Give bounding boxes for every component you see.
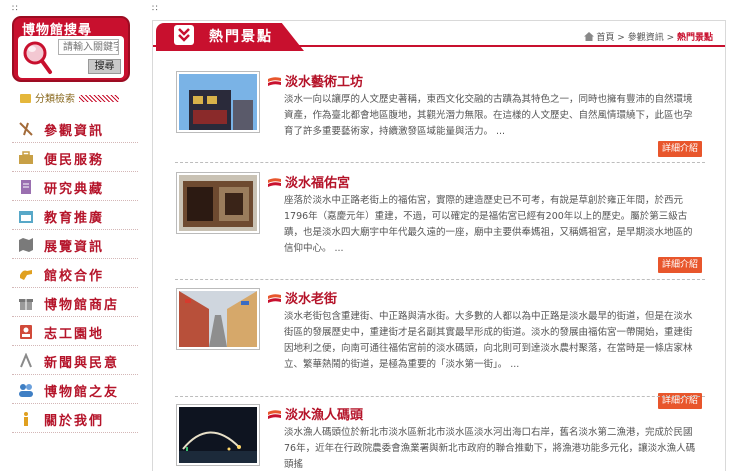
article-title-row: 淡水漁人碼頭 [268, 404, 363, 423]
magnifier-icon [23, 41, 52, 74]
people-icon [19, 384, 33, 397]
page-title: 熱門景點 [209, 29, 273, 45]
temple-photo [179, 175, 257, 231]
calendar-icon [19, 211, 33, 223]
main-panel: 熱門景點 首頁 > 參觀資訊 > 熱門景點 淡水藝術工坊 淡水一向以讓厚的人文歷… [152, 20, 726, 471]
breadcrumb: 首頁 > 參觀資訊 > 熱門景點 [584, 30, 713, 43]
gift-icon [19, 299, 33, 310]
article-title[interactable]: 淡水老街 [285, 292, 337, 307]
breadcrumb-current: 熱門景點 [676, 33, 713, 43]
sidebar-item-news[interactable]: 新聞與民意 [12, 346, 138, 375]
search-input[interactable] [58, 39, 119, 55]
list-item: 淡水老街 淡水老街包含重建街、中正路與清水街。大多數的人都以為中正路是淡水最早的… [176, 288, 703, 409]
list-item: 淡水藝術工坊 淡水一向以讓厚的人文歷史著稱，東西文化交融的古蹟為其特色之一，同時… [176, 71, 703, 161]
article-title[interactable]: 淡水福佑宮 [285, 176, 350, 191]
sidebar-item-label: 關於我們 [44, 414, 105, 429]
category-header: 分類檢索 [20, 90, 135, 105]
compass-icon [19, 122, 33, 136]
book-icon [21, 180, 31, 194]
sidebar-item-services[interactable]: 便民服務 [12, 143, 138, 172]
article-summary: 座落於淡水中正路老街上的福佑宮，實際的建造歷史已不可考，有說是草創於雍正年間，於… [284, 195, 693, 254]
breadcrumb-home[interactable]: 首頁 [596, 33, 614, 43]
sidebar-item-friends[interactable]: 博物館之友 [12, 375, 138, 404]
article-title[interactable]: 淡水藝術工坊 [285, 75, 363, 90]
article-summary: 淡水漁人碼頭位於新北市淡水區新北市淡水區淡水河出海口右岸，舊名淡水第二漁港，完成… [284, 427, 696, 470]
pen-icon [20, 353, 32, 368]
category-label: 分類檢索 [35, 94, 75, 105]
list-item: 淡水漁人碼頭 淡水漁人碼頭位於新北市淡水區新北市淡水區淡水河出海口右岸，舊名淡水… [176, 404, 703, 471]
sidebar-item-school-cooperation[interactable]: 館校合作 [12, 259, 138, 288]
chevron-down-icon [174, 25, 194, 45]
building-photo [179, 74, 257, 130]
breadcrumb-separator: > [614, 33, 628, 43]
sidebar-item-label: 研究典藏 [44, 182, 105, 197]
article-summary: 淡水老街包含重建街、中正路與清水街。大多數的人都以為中正路是淡水最早的街道，但是… [284, 311, 693, 370]
sidebar-item-label: 博物館商店 [44, 298, 120, 313]
sidebar-item-label: 志工園地 [44, 327, 105, 342]
separator [175, 396, 705, 397]
article-thumbnail[interactable] [176, 172, 260, 234]
search-panel-body: 搜尋 [18, 36, 124, 78]
flag-icon [268, 77, 281, 86]
article-title-row: 淡水福佑宮 [268, 172, 350, 191]
sidebar-item-label: 館校合作 [44, 269, 105, 284]
separator [175, 279, 705, 280]
sidebar-item-label: 參觀資訊 [44, 124, 105, 139]
street-photo [179, 291, 257, 347]
breadcrumb-separator: > [663, 33, 677, 43]
home-icon [584, 32, 595, 41]
page: ∷ ∷ 博物館搜尋 搜尋 分類檢索 參觀資訊 便民服務 研究典藏 [0, 0, 738, 471]
sidebar-item-label: 便民服務 [44, 153, 105, 168]
briefcase-icon [19, 151, 33, 164]
sidebar-item-volunteers[interactable]: 志工園地 [12, 317, 138, 346]
article-title-row: 淡水老街 [268, 288, 337, 307]
decorative-hatch [79, 95, 119, 102]
article-thumbnail[interactable] [176, 404, 260, 466]
grip-handle: ∷ [12, 4, 18, 14]
info-icon [24, 412, 28, 426]
grip-handle: ∷ [152, 4, 158, 14]
flag-icon [268, 294, 281, 303]
flag-icon [268, 410, 281, 419]
sidebar-item-shop[interactable]: 博物館商店 [12, 288, 138, 317]
sidebar-item-label: 展覽資訊 [44, 240, 105, 255]
hand-icon [20, 270, 32, 280]
folder-icon [20, 94, 31, 103]
sidebar-item-research[interactable]: 研究典藏 [12, 172, 138, 201]
flag-icon [268, 178, 281, 187]
search-button[interactable]: 搜尋 [88, 59, 121, 74]
sidebar-item-exhibitions[interactable]: 展覽資訊 [12, 230, 138, 259]
sidebar-item-visit-info[interactable]: 參觀資訊 [12, 114, 138, 143]
map-icon [19, 238, 33, 252]
article-title-row: 淡水藝術工坊 [268, 71, 363, 90]
search-panel: 博物館搜尋 搜尋 [12, 16, 130, 82]
article-title[interactable]: 淡水漁人碼頭 [285, 408, 363, 423]
article-thumbnail[interactable] [176, 288, 260, 350]
list-item: 淡水福佑宮 座落於淡水中正路老街上的福佑宮，實際的建造歷史已不可考，有說是草創於… [176, 172, 703, 273]
sidebar-item-about[interactable]: 關於我們 [12, 404, 138, 433]
article-thumbnail[interactable] [176, 71, 260, 133]
more-button[interactable]: 詳細介紹 [658, 257, 702, 273]
sidebar-item-education[interactable]: 教育推廣 [12, 201, 138, 230]
sidebar-item-label: 新聞與民意 [44, 356, 120, 371]
wharf-night-photo [179, 407, 257, 463]
sidebar-nav: 參觀資訊 便民服務 研究典藏 教育推廣 展覽資訊 館校合作 博物館商店 志工園地… [12, 114, 138, 433]
separator [175, 162, 705, 163]
breadcrumb-section[interactable]: 參觀資訊 [628, 33, 664, 43]
article-summary: 淡水一向以讓厚的人文歷史著稱，東西文化交融的古蹟為其特色之一，同時也擁有豐沛的自… [284, 94, 693, 137]
sidebar-item-label: 博物館之友 [44, 385, 120, 400]
more-button[interactable]: 詳細介紹 [658, 141, 702, 157]
sidebar-item-label: 教育推廣 [44, 211, 105, 226]
badge-icon [20, 325, 32, 339]
